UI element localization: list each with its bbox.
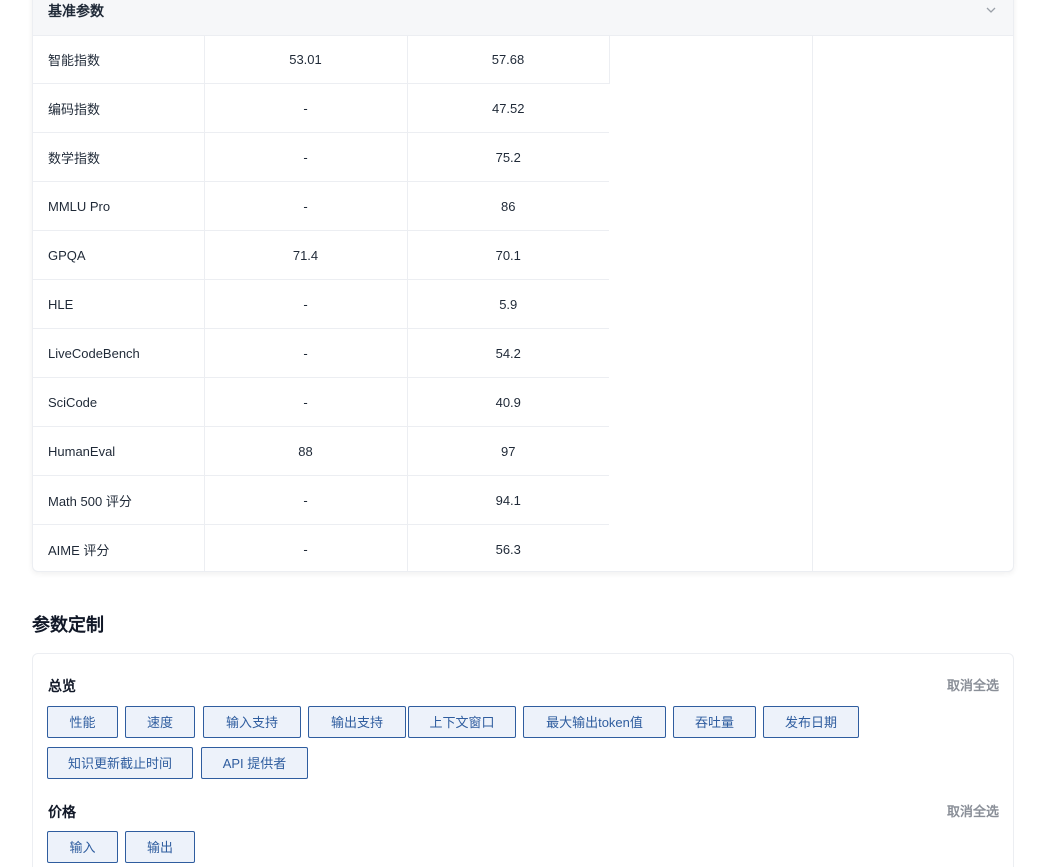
benchmark-value-cell: 86 bbox=[407, 181, 609, 231]
tag-input-support[interactable]: 输入支持 bbox=[203, 706, 301, 738]
benchmark-value-cell: - bbox=[204, 279, 408, 329]
price-group-title: 价格 bbox=[48, 804, 76, 820]
tag-price-output[interactable]: 输出 bbox=[125, 831, 195, 863]
benchmark-value-cell: 94.1 bbox=[407, 475, 609, 525]
benchmark-value-cell: 71.4 bbox=[204, 230, 408, 280]
benchmark-value-cell: 57.68 bbox=[407, 35, 610, 84]
price-deselect-all-button[interactable]: 取消全选 bbox=[947, 801, 999, 820]
benchmark-value-cell: 75.2 bbox=[407, 132, 609, 182]
benchmark-value-cell: 47.52 bbox=[407, 83, 609, 133]
benchmark-value-cell: 97 bbox=[407, 426, 609, 476]
benchmark-value-cell: - bbox=[204, 524, 408, 571]
customize-card: 总览 取消全选 性能 速度 输入支持 输出支持 上下文窗口 最大输出token值… bbox=[32, 653, 1014, 867]
benchmark-value-cell: 5.9 bbox=[407, 279, 609, 329]
benchmark-value-cell: - bbox=[204, 132, 408, 182]
customize-title: 参数定制 bbox=[32, 615, 104, 635]
empty-column-cell bbox=[812, 35, 1013, 571]
benchmark-value-cell: - bbox=[204, 475, 408, 525]
benchmark-value-cell: 56.3 bbox=[495, 541, 521, 557]
tag-throughput[interactable]: 吞吐量 bbox=[673, 706, 756, 738]
benchmark-value-cell: 54.2 bbox=[407, 328, 609, 378]
benchmark-name-cell: HumanEval bbox=[33, 426, 205, 476]
empty-column-cell bbox=[609, 35, 813, 571]
overview-group-title: 总览 bbox=[48, 678, 76, 694]
benchmark-value-cell: 40.9 bbox=[407, 377, 609, 427]
benchmark-value-cell: - bbox=[204, 181, 408, 231]
benchmark-value-cell: 70.1 bbox=[407, 230, 609, 280]
benchmark-name-cell: HLE bbox=[33, 279, 205, 329]
overview-deselect-all-button[interactable]: 取消全选 bbox=[947, 675, 999, 694]
benchmark-value-cell: 88 bbox=[204, 426, 408, 476]
benchmark-table: 智能指数 53.01 57.68 编码指数 -47.52 数学指数 -75.2 MMLU Pr… bbox=[33, 35, 1013, 571]
benchmark-value-cell: - bbox=[204, 377, 408, 427]
benchmark-name-cell: LiveCodeBench bbox=[33, 328, 205, 378]
tag-knowledge-cutoff[interactable]: 知识更新截止时间 bbox=[47, 747, 193, 779]
benchmark-card: 基准参数 智能指数 53.01 57.68 编码指数 -47.52 数学指数 -75.2 MM… bbox=[32, 0, 1014, 572]
benchmark-title: 基准参数 bbox=[48, 3, 104, 19]
benchmark-name-cell: 智能指数 bbox=[33, 35, 205, 84]
benchmark-value-cell: - bbox=[204, 328, 408, 378]
benchmark-name-cell: AIME 评分 bbox=[33, 524, 205, 571]
benchmark-name-cell: 编码指数 bbox=[33, 83, 205, 133]
benchmark-name-cell: Math 500 评分 bbox=[33, 475, 205, 525]
tag-max-output-tokens[interactable]: 最大输出token值 bbox=[523, 706, 666, 738]
benchmark-name-cell: MMLU Pro bbox=[33, 181, 205, 231]
table-row: 智能指数 53.01 57.68 bbox=[33, 35, 1013, 571]
benchmark-value-cell: 53.01 bbox=[204, 35, 408, 84]
tag-context-window[interactable]: 上下文窗口 bbox=[408, 706, 516, 738]
benchmark-value-cell: - bbox=[204, 83, 408, 133]
chevron-down-icon[interactable] bbox=[985, 4, 997, 16]
tag-api-provider[interactable]: API 提供者 bbox=[201, 747, 308, 779]
benchmark-name-cell: GPQA bbox=[33, 230, 205, 280]
benchmark-header[interactable]: 基准参数 bbox=[33, 0, 1013, 36]
benchmark-name-cell: 数学指数 bbox=[33, 132, 205, 182]
tag-performance[interactable]: 性能 bbox=[47, 706, 118, 738]
benchmark-name-cell: SciCode bbox=[33, 377, 205, 427]
page: 基准参数 智能指数 53.01 57.68 编码指数 -47.52 数学指数 -75.2 MM… bbox=[0, 0, 1037, 867]
tag-speed[interactable]: 速度 bbox=[125, 706, 195, 738]
tag-output-support[interactable]: 输出支持 bbox=[308, 706, 406, 738]
tag-release-date[interactable]: 发布日期 bbox=[763, 706, 859, 738]
tag-price-input[interactable]: 输入 bbox=[47, 831, 118, 863]
